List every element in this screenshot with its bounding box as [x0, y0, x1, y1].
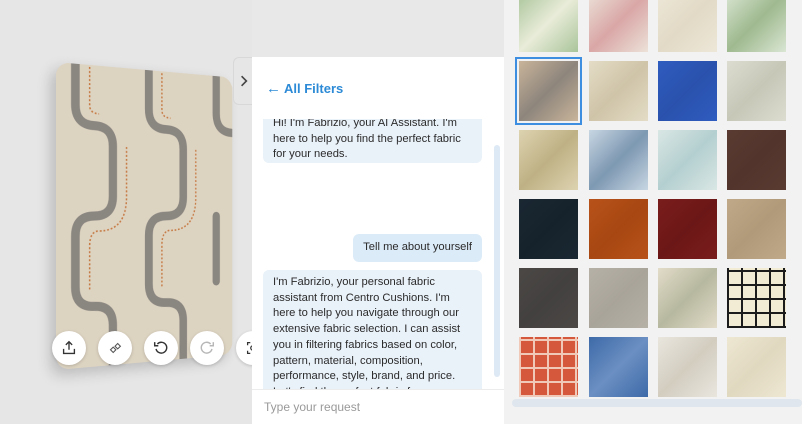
fabric-swatch-navy[interactable]: [519, 199, 578, 259]
grid-scrollbar[interactable]: [512, 399, 802, 407]
share-button[interactable]: [52, 331, 86, 365]
fabric-swatch-black-windowpane[interactable]: [727, 268, 786, 328]
all-filters-back-link[interactable]: ← All Filters: [266, 80, 343, 97]
fabric-swatch-cream-damask[interactable]: [589, 61, 648, 121]
viewer-toolbar: [52, 331, 252, 365]
fabric-swatch-blue-palm[interactable]: [589, 130, 648, 190]
fabric-swatch-grey-floral[interactable]: [727, 61, 786, 121]
message-list[interactable]: Hi! I'm Fabrizio, your AI Assistant. I'm…: [252, 119, 504, 389]
rotate-right-button[interactable]: [190, 331, 224, 365]
collapse-panel-button[interactable]: [233, 57, 253, 105]
fabric-swatch-sand[interactable]: [727, 199, 786, 259]
fabric-swatch-grid: [504, 0, 802, 424]
fabric-swatch-cream-plain[interactable]: [727, 337, 786, 397]
fabric-swatch-geometric-loop[interactable]: [515, 57, 582, 125]
fabric-swatch-rust[interactable]: [589, 199, 648, 259]
chat-header: ← All Filters: [252, 57, 504, 119]
fabric-swatch-chocolate[interactable]: [727, 130, 786, 190]
assistant-message: Hi! I'm Fabrizio, your AI Assistant. I'm…: [263, 119, 482, 163]
texture-button[interactable]: [98, 331, 132, 365]
rotate-right-icon: [200, 341, 215, 354]
chat-request-input[interactable]: [252, 389, 504, 424]
fabric-swatch-aqua-stripe[interactable]: [658, 130, 717, 190]
fabric-swatch-mint-tile[interactable]: [727, 0, 786, 52]
fabric-swatch-burgundy[interactable]: [658, 199, 717, 259]
arrow-left-icon: ←: [266, 79, 281, 97]
assistant-message: I'm Fabrizio, your personal fabric assis…: [263, 270, 482, 389]
pillow-fabric-pattern: [56, 62, 233, 370]
message-scrollbar[interactable]: [494, 145, 500, 377]
assistant-chat-panel: ← All Filters Hi! I'm Fabrizio, your AI …: [252, 57, 504, 424]
user-message: Tell me about yourself: [353, 234, 482, 262]
view-3d-button[interactable]: [236, 331, 252, 365]
fabric-swatch-stone[interactable]: [589, 268, 648, 328]
rotate-left-button[interactable]: [144, 331, 178, 365]
fabric-swatch-ivory-linen[interactable]: [658, 0, 717, 52]
fabric-swatch-royal-blue[interactable]: [658, 61, 717, 121]
view-3d-icon: [246, 341, 252, 355]
fabric-swatch-charcoal[interactable]: [519, 268, 578, 328]
share-icon: [62, 340, 76, 355]
fabric-swatch-red-gingham[interactable]: [519, 337, 578, 397]
texture-icon: [109, 342, 122, 354]
pillow-preview[interactable]: [56, 62, 233, 370]
fabric-swatch-green-floral[interactable]: [519, 0, 578, 52]
fabric-swatch-blue-speckle[interactable]: [589, 337, 648, 397]
fabric-swatch-blue-toile[interactable]: [658, 268, 717, 328]
pillow-viewer[interactable]: [0, 0, 252, 424]
back-link-label: All Filters: [284, 80, 344, 96]
fabric-swatch-tan-diamond[interactable]: [519, 130, 578, 190]
fabric-swatch-ivory-leaf[interactable]: [658, 337, 717, 397]
chevron-right-icon: [240, 75, 248, 87]
fabric-swatch-pastel-plaid[interactable]: [589, 0, 648, 52]
rotate-left-icon: [153, 341, 168, 354]
